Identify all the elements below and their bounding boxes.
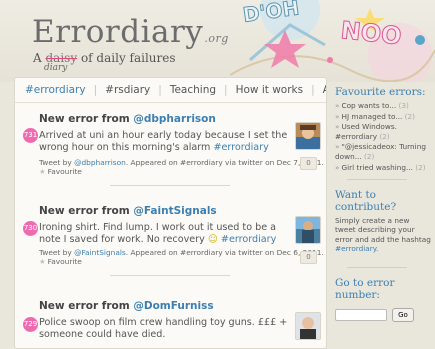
favourite-item-count: (2) — [404, 111, 416, 121]
error-number-badge: 729 — [23, 317, 38, 332]
favourite-item-text: HJ managed to... — [341, 111, 403, 121]
bullet-icon: » — [335, 142, 340, 152]
bullet-icon: » — [335, 101, 340, 110]
favourite-item-count: (3) — [398, 101, 409, 110]
comment-count: 0 — [300, 157, 317, 170]
contribute-hashtag-link[interactable]: #errordiary. — [335, 244, 378, 253]
sidebar: Favourite errors: » Cop wants to... (3) »… — [335, 86, 431, 324]
favourite-item[interactable]: » Girl tried washing... (2) — [335, 163, 431, 173]
post-title-prefix: New error from — [39, 205, 134, 217]
tagline-correction: diary — [44, 63, 68, 73]
post-body: Police swoop on film crew handling toy g… — [39, 317, 289, 341]
post-user-link[interactable]: @FaintSignals — [133, 205, 216, 217]
favourite-item-text: "@jessicadeox: Turning down... — [335, 142, 426, 161]
post-hashtag-link[interactable]: #errordiary — [221, 234, 276, 245]
nav-item-how-it-works[interactable]: How it works — [228, 78, 312, 102]
favourite-item[interactable]: » HJ managed to... (2) — [335, 112, 431, 122]
avatar[interactable] — [295, 312, 321, 340]
favourite-item[interactable]: » "@jessicadeox: Turning down... (2) — [335, 142, 431, 161]
favourite-label: Favourite — [47, 167, 82, 176]
goto-heading: Go to error number: — [335, 276, 395, 301]
contribute-text: Simply create a new tweet describing you… — [335, 216, 431, 253]
favourite-item-count: (2) — [379, 131, 390, 141]
favourite-item-text: Girl tried washing... — [341, 162, 413, 172]
favourite-button[interactable]: ★ Favourite — [39, 167, 82, 176]
post-title-prefix: New error from — [39, 113, 134, 125]
meta-suffix: . Appeared on #errordiary via twitter on… — [125, 248, 324, 257]
post-user-link[interactable]: @DomFurniss — [133, 300, 213, 312]
post-meta: Tweet by @FaintSignals. Appeared on #err… — [39, 248, 324, 257]
post-user-link[interactable]: @dbpharrison — [133, 113, 216, 125]
sidebar-divider — [347, 266, 407, 268]
goto-form: Go — [335, 305, 431, 324]
go-button[interactable]: Go — [392, 308, 414, 323]
contribute-body: Simply create a new tweet describing you… — [335, 216, 431, 244]
header-doodle-illustration: D'OH NOO — [230, 0, 435, 82]
nav-item-errordiary[interactable]: #errordiary — [25, 78, 94, 102]
favourite-item[interactable]: » Cop wants to... (3) — [335, 101, 431, 111]
favourite-label: Favourite — [47, 257, 82, 266]
post-divider — [110, 185, 230, 186]
post-body: Ironing shirt. Find lump. I work out it … — [39, 222, 289, 246]
tagline-prefix: A — [33, 51, 42, 65]
site-logo[interactable]: Errordiary.org — [32, 14, 229, 50]
main-content: #errordiary | #rsdiary | Teaching | How it wor… — [14, 77, 327, 349]
main-nav: #errordiary | #rsdiary | Teaching | How it wor… — [15, 78, 326, 103]
meta-user-link[interactable]: @dbpharrison — [74, 158, 126, 167]
error-number-badge: 731 — [23, 128, 38, 143]
meta-prefix: Tweet by — [39, 248, 75, 257]
favourites-list: » Cop wants to... (3) » HJ managed to... (… — [335, 101, 431, 172]
favourite-item-count: (2) — [363, 151, 375, 161]
site-header: Errordiary.org A daisy of daily failures… — [0, 0, 435, 82]
favourite-item-text: Cop wants to... — [341, 101, 397, 110]
contribute-heading: Want to contribute? — [335, 189, 397, 214]
meta-suffix: . Appeared on #errordiary via twitter on… — [125, 158, 324, 167]
avatar[interactable] — [295, 216, 321, 244]
meta-prefix: Tweet by — [39, 158, 75, 167]
post-title: New error from @dbpharrison — [39, 113, 216, 125]
nav-item-about[interactable]: About — [315, 78, 326, 102]
smiley-icon: ☺ — [207, 234, 218, 245]
post-title: New error from @FaintSignals — [39, 205, 217, 217]
comment-count: 0 — [300, 251, 317, 264]
meta-user-link[interactable]: @FaintSignals — [74, 248, 126, 257]
avatar[interactable] — [295, 122, 321, 150]
nav-item-teaching[interactable]: Teaching — [162, 78, 224, 102]
star-icon: ★ — [39, 167, 46, 176]
favourite-item-count: (2) — [415, 162, 426, 172]
site-title-suffix: .org — [204, 32, 229, 45]
post-body: Arrived at uni an hour early today becau… — [39, 130, 289, 154]
post-meta: Tweet by @dbpharrison. Appeared on #erro… — [39, 158, 324, 167]
star-icon: ★ — [39, 257, 46, 266]
bullet-icon: » — [335, 162, 340, 172]
tagline-rest: of daily failures — [80, 51, 176, 65]
post-divider — [110, 275, 230, 276]
bullet-icon: » — [335, 122, 340, 132]
post-title: New error from @DomFurniss — [39, 300, 214, 312]
sidebar-divider — [347, 179, 407, 181]
favourite-button[interactable]: ★ Favourite — [39, 257, 82, 266]
bullet-icon: » — [335, 111, 340, 121]
error-number-badge: 730 — [23, 221, 38, 236]
favourites-heading: Favourite errors: — [335, 86, 426, 98]
post-hashtag-link[interactable]: #errordiary — [213, 142, 268, 153]
post-body-text: Police swoop on film crew handling toy g… — [39, 317, 288, 340]
error-number-input[interactable] — [335, 309, 387, 322]
favourite-item[interactable]: » Used Windows. #errordiary (2) — [335, 122, 431, 141]
doodle-noo-text: NOO — [339, 16, 402, 50]
site-title: Errordiary — [32, 14, 204, 50]
post-title-prefix: New error from — [39, 300, 134, 312]
nav-item-rsdiary[interactable]: #rsdiary — [97, 78, 158, 102]
